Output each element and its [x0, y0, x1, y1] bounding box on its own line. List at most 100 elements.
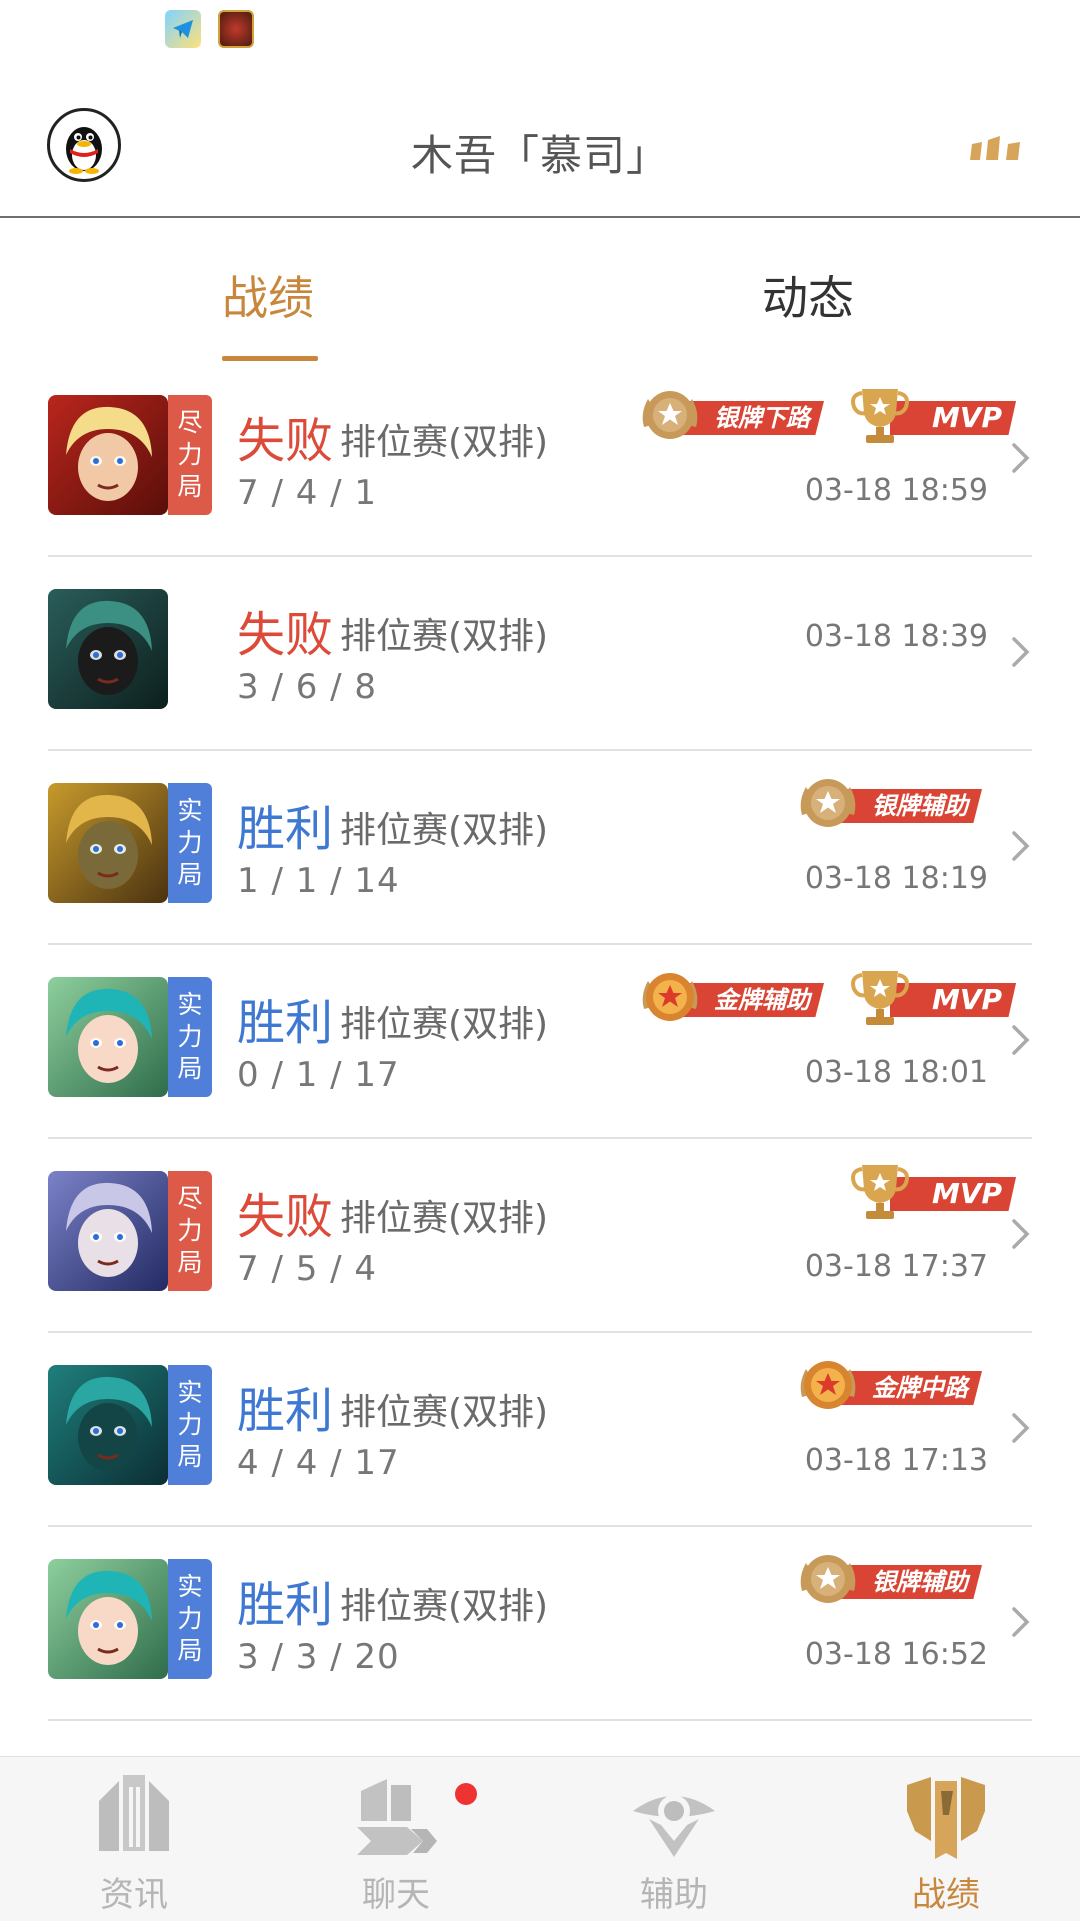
mode-tag-char: 局 [177, 1636, 203, 1665]
mode-tag: 实力局 [168, 783, 212, 903]
match-list: 尽力局失败 排位赛(双排) 7 / 4 / 1 03-18 18:59 银牌下路 MV… [0, 363, 1080, 1721]
chevron-right-icon [1012, 831, 1030, 861]
match-row[interactable]: 实力局胜利 排位赛(双排) 3 / 3 / 20 03-18 16:52 银牌辅助 [0, 1527, 1080, 1721]
mode-tag: 尽力局 [168, 395, 212, 515]
medal-badge: 银牌辅助 [796, 771, 992, 835]
mvp-badge: MVP [848, 383, 1017, 447]
match-time: 03-18 16:52 [804, 1637, 988, 1672]
mode-tag-char: 实 [177, 990, 203, 1019]
mode-tag-char: 局 [177, 1248, 203, 1277]
telegram-notification-icon [165, 10, 201, 48]
chevron-right-icon [1012, 1219, 1030, 1249]
mode-tag-char: 实 [177, 796, 203, 825]
nav-item-records[interactable]: 战绩 [846, 1757, 1046, 1921]
chevron-right-icon [1012, 1413, 1030, 1443]
hero-teal-girl-icon [48, 1559, 168, 1679]
nav-item-news[interactable]: 资讯 [34, 1757, 234, 1921]
match-row[interactable]: 实力局胜利 排位赛(双排) 0 / 1 / 17 03-18 18:01 金牌辅助 M… [0, 945, 1080, 1139]
match-type: 排位赛(双排) [340, 422, 549, 463]
match-result: 失败 [237, 1189, 334, 1245]
match-time: 03-18 18:39 [804, 619, 988, 654]
medal-badge: 金牌辅助 [638, 965, 834, 1029]
match-row[interactable]: 失败 排位赛(双排) 3 / 6 / 8 03-18 18:39 [0, 557, 1080, 751]
nav-item-chat[interactable]: 聊天 [296, 1757, 496, 1921]
match-row[interactable]: 尽力局失败 排位赛(双排) 7 / 4 / 1 03-18 18:59 银牌下路 MV… [0, 363, 1080, 557]
kda-stats: 4 / 4 / 17 [237, 1443, 400, 1483]
mode-tag-char: 力 [177, 1216, 203, 1245]
app-header: 木吾「慕司」 [0, 80, 1080, 218]
match-row[interactable]: 实力局胜利 排位赛(双排) 1 / 1 / 14 03-18 18:19 银牌辅助 [0, 751, 1080, 945]
match-result: 失败 [237, 413, 334, 469]
nav-item-assist[interactable]: 辅助 [574, 1757, 774, 1921]
match-time: 03-18 18:19 [804, 861, 988, 896]
assist-eye-icon [633, 1795, 715, 1857]
match-result: 胜利 [237, 995, 334, 1051]
status-bar [0, 0, 1080, 60]
chevron-right-icon [1012, 1025, 1030, 1055]
news-building-icon [99, 1775, 169, 1851]
mode-tag: 实力局 [168, 977, 212, 1097]
mode-tag-char: 实 [177, 1378, 203, 1407]
row-divider [48, 1719, 1032, 1721]
hero-blonde-warrior-icon [48, 395, 168, 515]
match-type: 排位赛(双排) [340, 616, 549, 657]
mode-tag-char: 力 [177, 1410, 203, 1439]
kda-stats: 7 / 4 / 1 [237, 473, 378, 513]
page-title: 木吾「慕司」 [410, 131, 669, 180]
match-type: 排位赛(双排) [340, 1004, 549, 1045]
nav-label-assist: 辅助 [640, 1875, 708, 1915]
match-row[interactable]: 尽力局失败 排位赛(双排) 7 / 5 / 4 03-18 17:37 MVP [0, 1139, 1080, 1333]
mode-tag-char: 实 [177, 1572, 203, 1601]
match-type: 排位赛(双排) [340, 1198, 549, 1239]
match-time: 03-18 17:37 [804, 1249, 988, 1284]
kda-stats: 3 / 6 / 8 [237, 667, 378, 707]
match-time: 03-18 18:59 [804, 473, 988, 508]
mode-tag: 尽力局 [168, 1171, 212, 1291]
match-result: 胜利 [237, 801, 334, 857]
hero-teal-girl-icon [48, 977, 168, 1097]
match-time: 03-18 18:01 [804, 1055, 988, 1090]
tab-records[interactable]: 战绩 [222, 262, 314, 328]
mode-tag-char: 局 [177, 860, 203, 889]
active-tab-indicator [222, 356, 318, 361]
chat-icon [357, 1779, 437, 1855]
menu-icon[interactable] [968, 134, 1028, 164]
kda-stats: 3 / 3 / 20 [237, 1637, 400, 1677]
chevron-right-icon [1012, 443, 1030, 473]
mode-tag-char: 力 [177, 828, 203, 857]
mode-tag-char: 局 [177, 1442, 203, 1471]
match-result: 胜利 [237, 1383, 334, 1439]
match-result: 胜利 [237, 1577, 334, 1633]
match-row[interactable]: 实力局胜利 排位赛(双排) 4 / 4 / 17 03-18 17:13 金牌中路 [0, 1333, 1080, 1527]
mvp-badge: MVP [848, 965, 1017, 1029]
mode-tag-char: 局 [177, 1054, 203, 1083]
mode-tag-char: 力 [177, 1022, 203, 1051]
mvp-badge: MVP [848, 1159, 1017, 1223]
medal-badge: 银牌下路 [638, 383, 834, 447]
hero-mech-knight-icon [48, 1365, 168, 1485]
kda-stats: 1 / 1 / 14 [237, 861, 400, 901]
nav-label-news: 资讯 [100, 1875, 168, 1915]
match-type: 排位赛(双排) [340, 1586, 549, 1627]
hero-hooded-goblin-icon [48, 589, 168, 709]
bottom-nav: 资讯 聊天 辅助 战绩 [0, 1756, 1080, 1921]
medal-badge: 金牌中路 [796, 1353, 992, 1417]
chevron-right-icon [1012, 637, 1030, 667]
medal-badge: 银牌辅助 [796, 1547, 992, 1611]
mode-tag-char: 局 [177, 472, 203, 501]
mode-tag-char: 力 [177, 440, 203, 469]
mode-tag: 实力局 [168, 1559, 212, 1679]
tab-activity[interactable]: 动态 [762, 262, 854, 328]
game-notification-icon [218, 10, 254, 48]
hero-golden-beast-icon [48, 783, 168, 903]
kda-stats: 7 / 5 / 4 [237, 1249, 378, 1289]
tab-bar: 战绩 动态 [0, 218, 1080, 363]
match-time: 03-18 17:13 [804, 1443, 988, 1478]
record-shield-icon [907, 1777, 985, 1859]
chevron-right-icon [1012, 1607, 1030, 1637]
match-type: 排位赛(双排) [340, 810, 549, 851]
nav-label-chat: 聊天 [362, 1875, 430, 1915]
mode-tag-char: 力 [177, 1604, 203, 1633]
match-result: 失败 [237, 607, 334, 663]
hero-silver-elf-icon [48, 1171, 168, 1291]
